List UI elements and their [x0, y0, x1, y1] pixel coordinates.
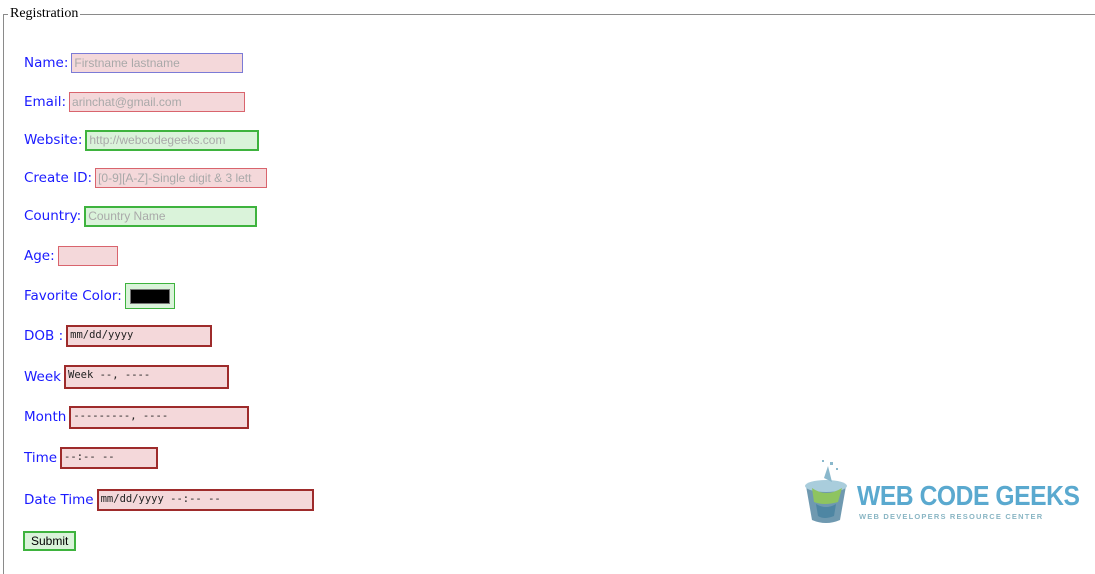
- favorite-color-row: Favorite Color:: [24, 282, 175, 310]
- age-input[interactable]: [57, 246, 118, 266]
- color-swatch: [129, 288, 170, 304]
- week-row: Week Week --, ----: [24, 365, 229, 389]
- favorite-color-picker[interactable]: [124, 283, 175, 309]
- logo-title: WEB CODE GEEKS: [857, 480, 1080, 511]
- time-input[interactable]: --:-- --: [60, 447, 159, 469]
- date-time-input[interactable]: mm/dd/yyyy --:-- --: [96, 489, 314, 511]
- create-id-row: Create ID: [0-9][A-Z]-Single digit & 3 l…: [24, 166, 268, 190]
- website-input[interactable]: http://webcodegeeks.com: [85, 129, 260, 151]
- time-row: Time --:-- --: [24, 446, 159, 470]
- month-row: Month ---------, ----: [24, 405, 250, 429]
- age-label: Age:: [24, 248, 55, 264]
- name-label: Name:: [24, 55, 69, 71]
- email-label: Email:: [24, 94, 67, 110]
- dob-row: DOB : mm/dd/yyyy: [24, 324, 213, 348]
- name-row: Name: Firstname lastname: [24, 51, 244, 75]
- date-time-row: Date Time mm/dd/yyyy --:-- --: [24, 488, 314, 512]
- name-input[interactable]: Firstname lastname: [71, 53, 244, 73]
- email-input[interactable]: arinchat@gmail.com: [69, 92, 246, 112]
- time-label: Time: [24, 450, 58, 466]
- logo-subtitle: WEB DEVELOPERS RESOURCE CENTER: [859, 512, 1044, 521]
- website-row: Website: http://webcodegeeks.com: [24, 128, 260, 152]
- create-id-input[interactable]: [0-9][A-Z]-Single digit & 3 lett: [95, 168, 268, 188]
- website-label: Website:: [24, 132, 83, 148]
- create-id-label: Create ID:: [24, 170, 93, 186]
- country-row: Country: Country Name: [24, 204, 258, 228]
- week-input[interactable]: Week --, ----: [64, 365, 229, 389]
- fieldset-legend: Registration: [8, 6, 81, 22]
- age-row: Age:: [24, 244, 118, 268]
- month-input[interactable]: ---------, ----: [69, 405, 250, 429]
- dob-input[interactable]: mm/dd/yyyy: [66, 325, 213, 347]
- month-label: Month: [24, 409, 67, 425]
- week-label: Week: [24, 369, 61, 385]
- date-time-label: Date Time: [24, 492, 94, 508]
- favorite-color-label: Favorite Color:: [24, 288, 122, 304]
- dob-label: DOB :: [24, 328, 64, 344]
- web-code-geeks-logo: WEB CODE GEEKS WEB DEVELOPERS RESOURCE C…: [802, 458, 1080, 528]
- logo-cup-icon: [805, 460, 847, 523]
- email-row: Email: arinchat@gmail.com: [24, 90, 246, 114]
- submit-button[interactable]: Submit: [23, 531, 77, 551]
- country-label: Country:: [24, 208, 82, 224]
- country-input[interactable]: Country Name: [84, 205, 258, 227]
